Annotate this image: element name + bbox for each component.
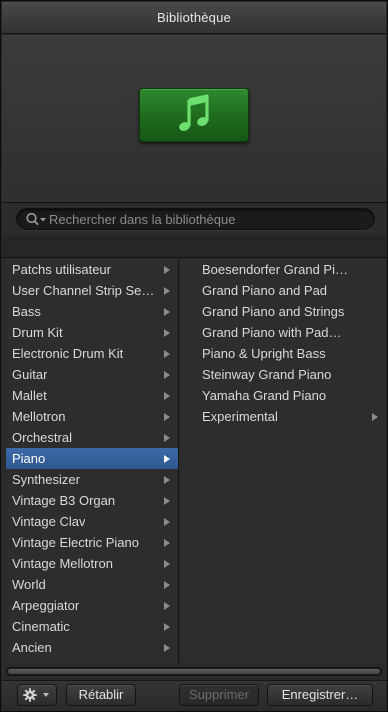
category-item-label: Mallet [12, 388, 47, 403]
chevron-right-icon [164, 455, 170, 463]
chevron-right-icon [164, 308, 170, 316]
chevron-down-icon [43, 693, 49, 697]
action-menu-button[interactable] [17, 684, 57, 706]
chevron-right-icon [164, 392, 170, 400]
category-item[interactable]: Drum Kit [6, 322, 178, 343]
category-item-label: Bass [12, 304, 41, 319]
category-item[interactable]: Arpeggiator [6, 595, 178, 616]
category-item[interactable]: Guitar [6, 364, 178, 385]
chevron-right-icon [164, 434, 170, 442]
chevron-right-icon [164, 581, 170, 589]
patch-item-label: Grand Piano and Pad [202, 283, 328, 298]
patch-icon-button[interactable] [139, 88, 249, 142]
chevron-right-icon [164, 602, 170, 610]
chevron-right-icon [164, 476, 170, 484]
patch-item-label: Boesendorfer Grand Piano [202, 262, 350, 277]
patch-preview [2, 35, 386, 203]
chevron-right-icon [372, 413, 378, 421]
category-item-label: Drum Kit [12, 325, 63, 340]
patch-item-label: Yamaha Grand Piano [202, 388, 327, 403]
library-browser: Patchs utilisateur User Channel Strip Se…… [2, 259, 386, 663]
category-item[interactable]: Vintage Mellotron [6, 553, 178, 574]
category-item-label: Vintage Electric Piano [12, 535, 139, 550]
category-item-label: Vintage Clav [12, 514, 86, 529]
chevron-right-icon [164, 497, 170, 505]
category-item-label: Synthesizer [12, 472, 80, 487]
patch-column: Boesendorfer Grand Piano Grand Piano and … [181, 259, 386, 663]
chevron-right-icon [164, 329, 170, 337]
category-item[interactable]: World [6, 574, 178, 595]
category-item[interactable]: Piano [6, 448, 178, 469]
horizontal-scrollbar[interactable] [6, 667, 382, 676]
patch-item[interactable]: Piano & Upright Bass [181, 343, 386, 364]
patch-item[interactable]: Grand Piano and Strings [181, 301, 386, 322]
patch-item[interactable]: Grand Piano and Pad [181, 280, 386, 301]
title-bar: Bibliothèque [2, 2, 386, 34]
category-item[interactable]: Patchs utilisateur [6, 259, 178, 280]
patch-item[interactable]: Steinway Grand Piano [181, 364, 386, 385]
search-icon[interactable] [25, 212, 47, 227]
category-item[interactable]: Electronic Drum Kit [6, 343, 178, 364]
category-item-label: Guitar [12, 367, 48, 382]
patch-item-label: Grand Piano and Strings [202, 304, 345, 319]
patch-item-label: Piano & Upright Bass [202, 346, 326, 361]
chevron-right-icon [164, 518, 170, 526]
filter-bar [2, 235, 386, 258]
search-field[interactable] [16, 208, 375, 230]
chevron-right-icon [164, 371, 170, 379]
category-item[interactable]: Bass [6, 301, 178, 322]
category-item-label: Patchs utilisateur [12, 262, 111, 277]
category-item-label: Piano [12, 451, 46, 466]
category-item[interactable]: Vintage Electric Piano [6, 532, 178, 553]
footer-toolbar: Rétablir Supprimer Enregistrer… [2, 680, 386, 710]
category-item[interactable]: Orchestral [6, 427, 178, 448]
patch-item[interactable]: Boesendorfer Grand Piano [181, 259, 386, 280]
category-item[interactable]: User Channel Strip Se… [6, 280, 178, 301]
patch-item-label: Grand Piano with Pad… [202, 325, 342, 340]
save-button[interactable]: Enregistrer… [267, 684, 373, 706]
chevron-right-icon [164, 539, 170, 547]
category-item[interactable]: Cinematic [6, 616, 178, 637]
category-item-label: Cinematic [12, 619, 70, 634]
category-item-label: Arpeggiator [12, 598, 80, 613]
category-item-label: Mellotron [12, 409, 66, 424]
gear-icon [23, 688, 37, 702]
revert-button[interactable]: Rétablir [66, 684, 136, 706]
patch-item-label: Experimental [202, 409, 278, 424]
delete-button[interactable]: Supprimer [179, 684, 259, 706]
search-bar [2, 204, 386, 234]
category-item[interactable]: Synthesizer [6, 469, 178, 490]
category-item-label: Ancien [12, 640, 52, 655]
music-note-icon [179, 94, 209, 131]
chevron-right-icon [164, 287, 170, 295]
patch-item[interactable]: Grand Piano with Pad… [181, 322, 386, 343]
search-input[interactable] [49, 210, 369, 228]
category-item-label: World [12, 577, 46, 592]
chevron-right-icon [164, 350, 170, 358]
category-item-label: Electronic Drum Kit [12, 346, 124, 361]
category-item[interactable]: Mallet [6, 385, 178, 406]
chevron-right-icon [164, 266, 170, 274]
chevron-right-icon [164, 644, 170, 652]
scrollbar-thumb[interactable] [8, 669, 380, 674]
patch-item[interactable]: Yamaha Grand Piano [181, 385, 386, 406]
category-item[interactable]: Vintage Clav [6, 511, 178, 532]
category-item-label: Orchestral [12, 430, 72, 445]
library-panel: Bibliothèque Patchs utilisateur User Chan… [0, 0, 388, 712]
category-column: Patchs utilisateur User Channel Strip Se…… [6, 259, 179, 663]
category-item-label: Vintage Mellotron [12, 556, 113, 571]
category-item[interactable]: Ancien [6, 637, 178, 658]
panel-title: Bibliothèque [157, 10, 231, 25]
chevron-right-icon [164, 560, 170, 568]
patch-item-label: Steinway Grand Piano [202, 367, 332, 382]
chevron-right-icon [164, 623, 170, 631]
category-item[interactable]: Vintage B3 Organ [6, 490, 178, 511]
patch-item[interactable]: Experimental [181, 406, 386, 427]
chevron-right-icon [164, 413, 170, 421]
category-item[interactable]: Mellotron [6, 406, 178, 427]
category-item-label: User Channel Strip Se… [12, 283, 155, 298]
category-item-label: Vintage B3 Organ [12, 493, 116, 508]
